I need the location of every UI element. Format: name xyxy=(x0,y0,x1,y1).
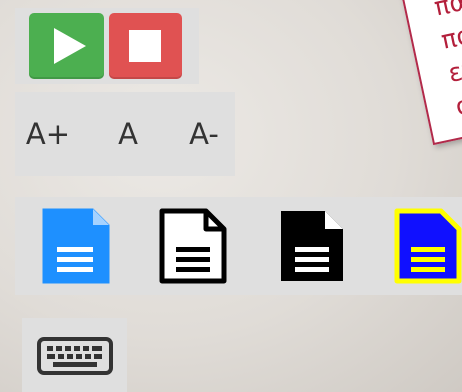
note-line-4: σα xyxy=(452,86,462,122)
contrast-blue-yellow-button[interactable] xyxy=(393,207,462,285)
document-icon xyxy=(281,211,343,281)
stop-icon xyxy=(129,30,161,62)
contrast-theme-panel xyxy=(15,197,462,295)
contrast-white-black-button[interactable] xyxy=(158,207,228,285)
document-icon xyxy=(42,208,110,284)
keyboard-icon[interactable] xyxy=(37,336,113,376)
normal-font-button[interactable]: A xyxy=(95,92,161,176)
keyboard-panel xyxy=(22,318,127,392)
note-line-3: επ xyxy=(445,53,462,88)
play-button[interactable] xyxy=(29,13,104,79)
note-line-2: πα xyxy=(438,19,462,55)
document-icon xyxy=(394,208,462,284)
document-icon xyxy=(159,208,227,284)
media-controls-panel xyxy=(15,8,199,84)
note-card: πα πα επ σα xyxy=(396,0,462,146)
note-line-1: πα xyxy=(431,0,462,22)
increase-font-button[interactable]: A+ xyxy=(15,92,81,176)
contrast-black-white-button[interactable] xyxy=(277,207,347,285)
font-size-panel: A+ A A- xyxy=(15,92,235,176)
decrease-font-button[interactable]: A- xyxy=(171,92,237,176)
contrast-blue-white-button[interactable] xyxy=(41,207,111,285)
stop-button[interactable] xyxy=(109,13,182,79)
play-icon xyxy=(54,28,86,64)
